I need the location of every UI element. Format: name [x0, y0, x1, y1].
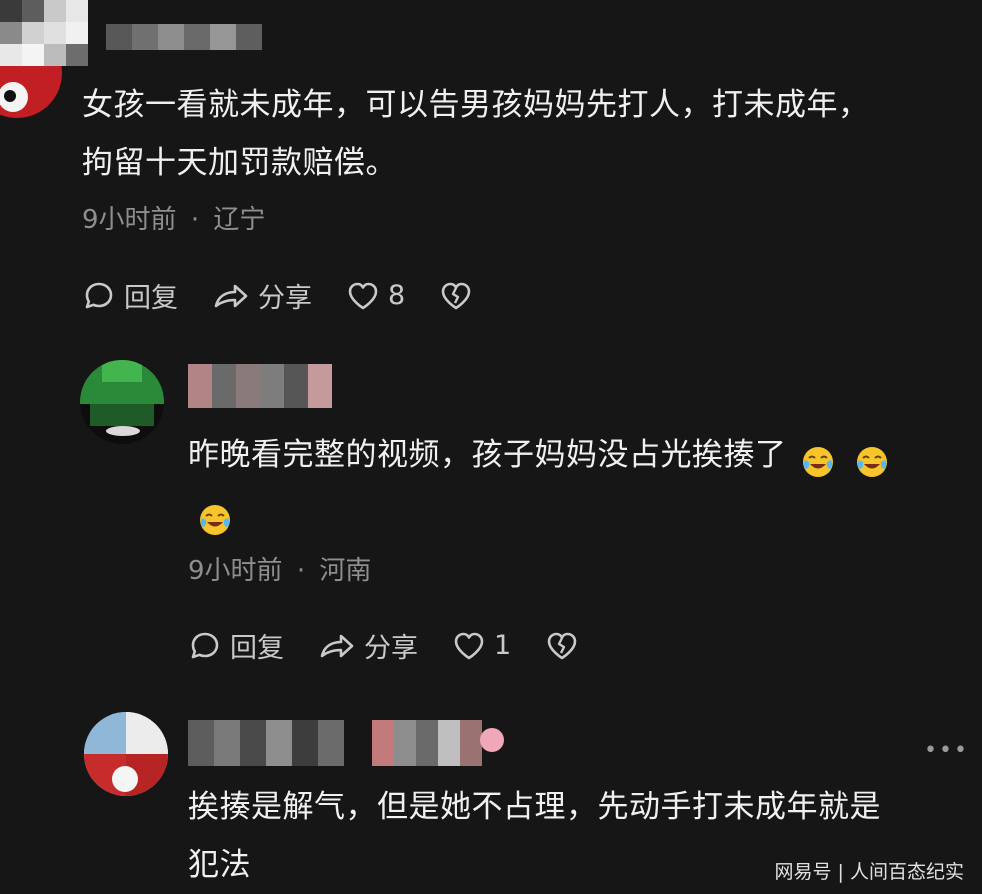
comment-actions: 回复 分享 1 [188, 626, 621, 665]
username-blurred[interactable] [0, 0, 262, 66]
like-count: 8 [388, 280, 406, 311]
crying-laughing-face-icon [801, 440, 835, 477]
comment-time: 9小时前 [188, 556, 283, 586]
avatar-plant-pot [106, 426, 140, 436]
crying-laughing-face-icon [855, 440, 889, 477]
dislike-button[interactable] [545, 630, 587, 662]
share-button[interactable]: 分享 [212, 276, 312, 315]
comment-meta: 9小时前 · 河南 [188, 550, 371, 587]
more-options-button[interactable]: ••• [924, 738, 969, 763]
username-blurred[interactable] [188, 720, 344, 766]
share-label: 分享 [258, 283, 312, 314]
avatar-blur-block [126, 712, 168, 754]
avatar-panda-figure [112, 766, 138, 792]
dislike-button[interactable] [439, 280, 481, 312]
comment-line: 挨揍是解气，但是她不占理，先动手打未成年就是 [188, 789, 881, 825]
reply-button[interactable]: 回复 [188, 626, 284, 665]
share-arrow-icon [320, 634, 354, 657]
comment-meta: 9小时前 · 辽宁 [82, 199, 265, 236]
share-arrow-icon [214, 284, 248, 307]
comment-line-text: 昨晚看完整的视频，孩子妈妈没占光挨揍了 [188, 437, 787, 473]
like-button[interactable]: 8 [346, 280, 405, 312]
comment-line: 拘留十天加罚款赔偿。 [82, 145, 397, 181]
broken-heart-icon [441, 282, 471, 309]
share-label: 分享 [364, 633, 418, 664]
comment-bubble-icon [191, 632, 219, 658]
avatar-blur-block [84, 712, 126, 754]
reply-label: 回复 [124, 283, 178, 314]
like-count: 1 [494, 630, 512, 661]
comment-time: 9小时前 [82, 205, 177, 235]
comment-text: 昨晚看完整的视频，孩子妈妈没占光挨揍了 [188, 426, 968, 542]
reply-label: 回复 [230, 633, 284, 664]
avatar-panda-eye [4, 90, 16, 102]
reply-button[interactable]: 回复 [82, 276, 178, 315]
meta-separator: · [190, 205, 200, 235]
share-button[interactable]: 分享 [318, 626, 418, 665]
watermark: 网易号 | 人间百态纪实 [774, 861, 964, 883]
username-blurred[interactable] [188, 364, 332, 408]
avatar-blur-block [102, 360, 142, 382]
avatar[interactable] [84, 712, 168, 796]
user-badge-blurred [372, 720, 482, 766]
comment-line [188, 484, 968, 542]
flower-icon [480, 728, 504, 752]
heart-icon [348, 282, 378, 309]
comment-line: 女孩一看就未成年，可以告男孩妈妈先打人，打未成年， [82, 87, 870, 123]
comment-line: 昨晚看完整的视频，孩子妈妈没占光挨揍了 [188, 426, 968, 484]
comment-location: 河南 [319, 556, 372, 586]
heart-icon [454, 632, 484, 659]
comment-actions: 回复 分享 8 [82, 276, 515, 315]
avatar-blur-block [90, 404, 154, 426]
avatar[interactable] [80, 360, 164, 444]
comment-location: 辽宁 [213, 205, 266, 235]
crying-laughing-face-icon [198, 498, 232, 535]
comment-text: 女孩一看就未成年，可以告男孩妈妈先打人，打未成年， 拘留十天加罚款赔偿。 [82, 76, 962, 192]
comment-bubble-icon [85, 282, 113, 308]
broken-heart-icon [547, 632, 577, 659]
meta-separator: · [296, 556, 306, 586]
like-button[interactable]: 1 [452, 630, 511, 662]
